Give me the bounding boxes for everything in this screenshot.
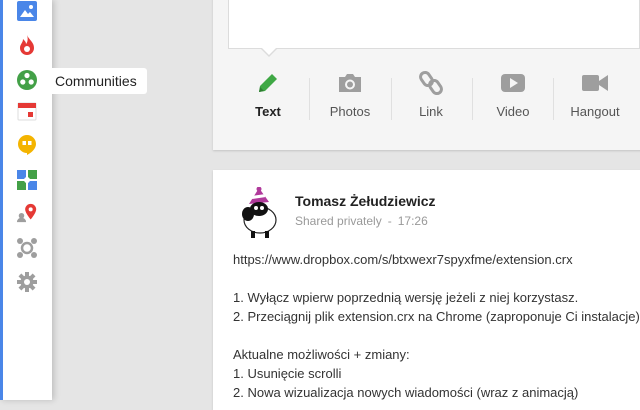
post-link[interactable]: https://www.dropbox.com/s/btxwexr7spyxfm… (233, 250, 640, 269)
post-line: 1. Wyłącz wpierw poprzednią wersję jeżel… (233, 290, 579, 305)
share-photos-button[interactable]: Photos (310, 70, 390, 130)
video-icon (473, 70, 553, 96)
post-line: 2. Nowa wizualizacja nowych wiadomości (… (233, 385, 579, 400)
communities-tooltip: Communities (48, 68, 147, 94)
games-icon[interactable] (16, 169, 38, 191)
share-text-label: Text (255, 104, 281, 119)
post-meta: Shared privately -17:26 (295, 214, 428, 228)
share-video-label: Video (496, 104, 530, 119)
post-line: 1. Usunięcie scrolli (233, 366, 342, 381)
share-photos-label: Photos (329, 104, 371, 119)
share-box: Text Photos Link Video Hangout (213, 0, 640, 150)
divider (553, 78, 554, 120)
share-hangout-label: Hangout (570, 104, 620, 119)
link-icon (391, 70, 471, 96)
camera-icon (310, 70, 390, 96)
share-link-button[interactable]: Link (391, 70, 471, 130)
avatar[interactable] (235, 186, 283, 239)
share-text-button[interactable]: Text (228, 70, 308, 130)
communities-icon[interactable] (16, 69, 38, 91)
local-pin-icon[interactable] (16, 202, 38, 224)
hangouts-icon[interactable] (16, 134, 38, 156)
post-body: https://www.dropbox.com/s/btxwexr7spyxfm… (233, 250, 640, 402)
post-line: Aktualne możliwości + zmiany: (233, 347, 410, 362)
compose-text-area[interactable] (228, 0, 640, 49)
people-icon[interactable] (16, 237, 38, 259)
post-author[interactable]: Tomasz Żełudziewicz (295, 193, 436, 209)
post-line: 2. Przeciągnij plik extension.crx na Chr… (233, 309, 640, 324)
hangout-camera-icon (555, 70, 635, 96)
photos-icon[interactable] (16, 0, 38, 22)
post-card: Tomasz Żełudziewicz Shared privately -17:… (213, 170, 640, 410)
sidebar-accent-edge (0, 0, 3, 400)
events-calendar-icon[interactable] (16, 100, 38, 122)
pencil-icon (228, 70, 308, 96)
sidebar (0, 0, 52, 400)
hot-flame-icon[interactable] (16, 34, 38, 56)
post-time[interactable]: 17:26 (398, 214, 428, 228)
settings-gear-icon[interactable] (16, 271, 38, 293)
share-video-button[interactable]: Video (473, 70, 553, 130)
meta-separator: - (387, 214, 392, 228)
page-gutter (52, 0, 214, 400)
compose-notch-fill (262, 48, 276, 55)
share-hangout-button[interactable]: Hangout (555, 70, 635, 130)
post-visibility[interactable]: Shared privately (295, 214, 382, 228)
share-link-label: Link (419, 104, 443, 119)
